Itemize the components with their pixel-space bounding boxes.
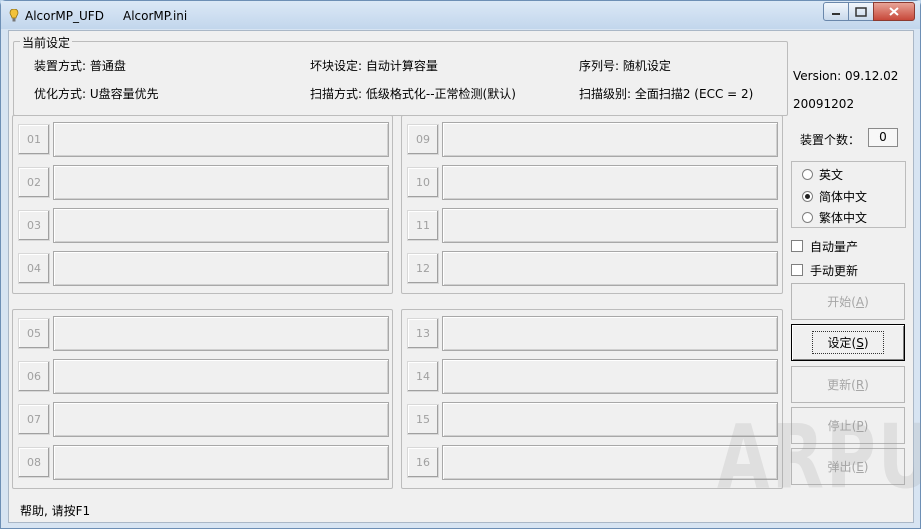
port-number: 13 <box>407 318 439 349</box>
maximize-button[interactable] <box>848 2 874 21</box>
port-row: 03 <box>18 206 389 243</box>
checkbox-icon <box>791 240 803 252</box>
port-row: 06 <box>18 357 389 394</box>
port-status-bar <box>442 251 778 286</box>
port-number: 14 <box>407 361 439 392</box>
button-label: 设定 <box>827 336 852 350</box>
radio-label: 繁体中文 <box>819 210 868 225</box>
scan-level-text: 扫描级别: 全面扫描2 (ECC = 2) <box>579 87 754 101</box>
port-row: 10 <box>407 163 778 200</box>
settings-button[interactable]: 设定(S) <box>791 324 905 361</box>
port-number: 02 <box>18 167 50 198</box>
radio-label: 英文 <box>819 167 844 182</box>
mount-mode-text: 装置方式: 普通盘 <box>34 59 126 73</box>
radio-selected-icon <box>802 190 813 202</box>
port-status-bar <box>53 251 389 286</box>
port-status-bar <box>442 316 778 351</box>
port-row: 02 <box>18 163 389 200</box>
port-status-bar <box>442 122 778 157</box>
port-number: 08 <box>18 447 50 478</box>
port-number: 15 <box>407 404 439 435</box>
port-number: 07 <box>18 404 50 435</box>
port-status-bar <box>53 316 389 351</box>
port-row: 01 <box>18 120 389 157</box>
manual-update-checkbox[interactable]: 手动更新 <box>791 261 858 279</box>
port-number: 12 <box>407 253 439 284</box>
mnemonic: S <box>856 336 864 350</box>
port-status-bar <box>53 122 389 157</box>
title-bar: AlcorMP_UFD AlcorMP.ini <box>1 1 920 29</box>
auto-produce-checkbox[interactable]: 自动量产 <box>791 237 858 255</box>
port-number: 04 <box>18 253 50 284</box>
port-row: 12 <box>407 249 778 286</box>
app-window: AlcorMP_UFD AlcorMP.ini 当前设定 装置方式: 普通盘 坏… <box>0 0 921 529</box>
port-row: 09 <box>407 120 778 157</box>
mnemonic: A <box>855 295 865 309</box>
current-settings-group: 当前设定 装置方式: 普通盘 坏块设定: 自动计算容量 序列号: 随机设定 优化… <box>13 34 788 116</box>
button-label: 开始 <box>827 295 852 309</box>
port-row: 04 <box>18 249 389 286</box>
app-icon <box>9 9 19 22</box>
language-traditional-radio[interactable]: 繁体中文 <box>802 208 867 226</box>
radio-icon <box>802 211 813 223</box>
optimize-text: 优化方式: U盘容量优先 <box>34 87 159 101</box>
bad-block-text: 坏块设定: 自动计算容量 <box>310 59 438 73</box>
maximize-icon <box>855 6 867 17</box>
status-bar-text: 帮助, 请按F1 <box>20 504 91 518</box>
minimize-button[interactable] <box>823 2 849 21</box>
checkbox-icon <box>791 264 803 276</box>
port-status-bar <box>442 359 778 394</box>
port-number: 06 <box>18 361 50 392</box>
port-row: 05 <box>18 314 389 351</box>
port-number: 10 <box>407 167 439 198</box>
port-row: 07 <box>18 400 389 437</box>
port-status-bar <box>53 402 389 437</box>
update-button[interactable]: 更新(R) <box>791 366 905 403</box>
port-status-bar <box>442 208 778 243</box>
port-number: 11 <box>407 210 439 241</box>
port-group-2: 09 10 11 12 <box>401 115 783 294</box>
port-number: 01 <box>18 124 50 155</box>
port-number: 09 <box>407 124 439 155</box>
close-button[interactable] <box>873 2 915 21</box>
close-icon <box>889 7 899 16</box>
start-button[interactable]: 开始(A) <box>791 283 905 320</box>
port-group-1: 01 02 03 04 <box>12 115 393 294</box>
serial-text: 序列号: 随机设定 <box>579 59 671 73</box>
language-group: 英文 简体中文 繁体中文 <box>791 161 906 228</box>
port-number: 16 <box>407 447 439 478</box>
radio-label: 简体中文 <box>819 189 868 204</box>
window-title: AlcorMP_UFD AlcorMP.ini <box>25 9 188 23</box>
checkbox-label: 自动量产 <box>810 239 859 254</box>
port-status-bar <box>53 208 389 243</box>
device-count-label: 装置个数： <box>800 133 861 147</box>
radio-icon <box>802 168 813 180</box>
scan-mode-text: 扫描方式: 低级格式化--正常检测(默认) <box>310 87 516 101</box>
port-status-bar <box>53 359 389 394</box>
device-count-value: 0 <box>868 128 898 147</box>
mnemonic: R <box>855 378 865 392</box>
language-simplified-radio[interactable]: 简体中文 <box>802 187 867 205</box>
checkbox-label: 手动更新 <box>810 263 859 278</box>
port-row: 14 <box>407 357 778 394</box>
version-text: Version: 09.12.02 <box>793 69 899 83</box>
settings-legend: 当前设定 <box>20 34 73 51</box>
port-row: 11 <box>407 206 778 243</box>
port-status-bar <box>53 165 389 200</box>
watermark-text: ARPUN <box>717 407 921 510</box>
port-number: 05 <box>18 318 50 349</box>
port-status-bar <box>53 445 389 480</box>
port-row: 08 <box>18 443 389 480</box>
port-row: 13 <box>407 314 778 351</box>
language-english-radio[interactable]: 英文 <box>802 165 843 183</box>
port-group-3: 05 06 07 08 <box>12 309 393 489</box>
button-label: 更新 <box>827 378 852 392</box>
build-date: 20091202 <box>793 97 855 111</box>
port-number: 03 <box>18 210 50 241</box>
port-status-bar <box>442 165 778 200</box>
minimize-icon <box>832 12 840 15</box>
